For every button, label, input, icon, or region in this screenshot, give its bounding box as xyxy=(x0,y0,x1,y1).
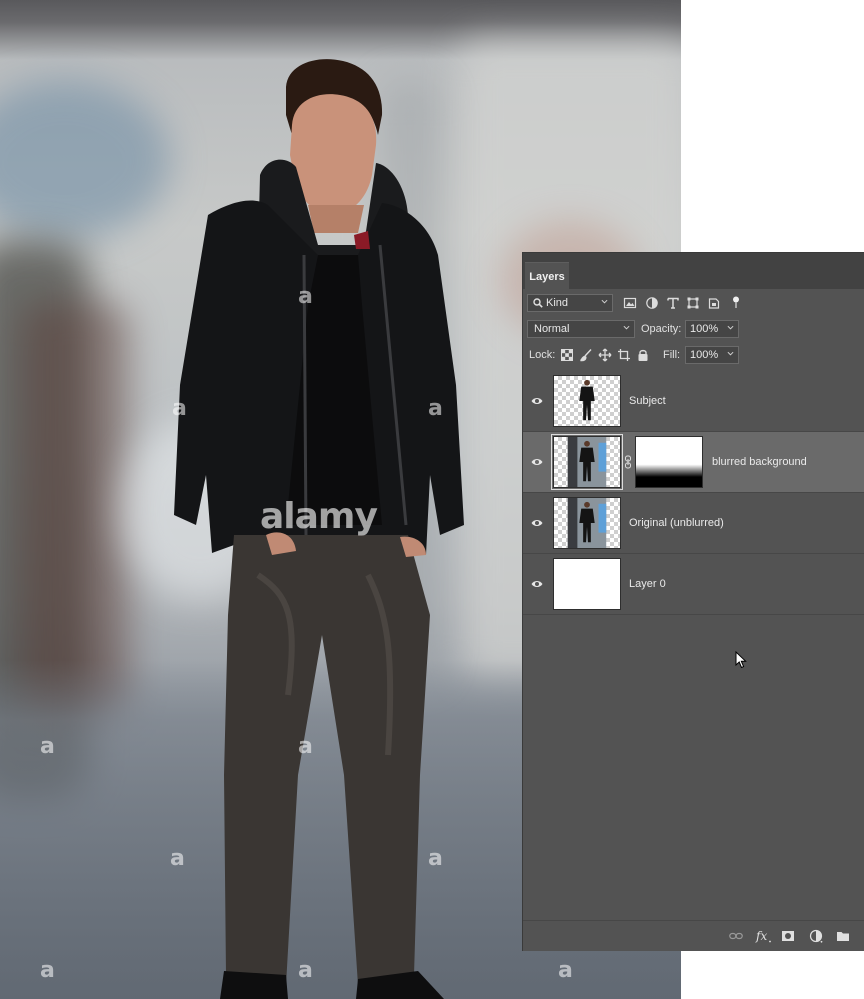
svg-text:fx: fx xyxy=(755,929,767,943)
layer-row[interactable]: Subject xyxy=(523,371,864,432)
watermark-glyph: a xyxy=(170,846,185,871)
chevron-down-icon xyxy=(623,325,630,330)
layer-row[interactable]: blurred background xyxy=(523,432,864,493)
layer-name: blurred background xyxy=(712,456,807,468)
eye-icon[interactable] xyxy=(531,456,543,468)
blurred-sign-shape xyxy=(0,80,170,240)
layer-row[interactable]: Original (unblurred) xyxy=(523,493,864,554)
new-group-icon[interactable] xyxy=(836,929,850,943)
tab-layers[interactable]: Layers xyxy=(525,262,569,290)
fill-input[interactable]: 100% xyxy=(685,346,739,364)
layer-thumbnail[interactable] xyxy=(553,558,621,610)
watermark-glyph: a xyxy=(172,396,187,421)
add-mask-icon[interactable] xyxy=(781,929,795,943)
layer-thumbnail[interactable] xyxy=(551,434,623,490)
watermark-glyph: a xyxy=(298,958,313,983)
chevron-down-icon xyxy=(601,299,608,304)
link-layers-icon[interactable] xyxy=(729,929,743,943)
layer-thumbnail[interactable] xyxy=(553,375,621,427)
fill-value: 100% xyxy=(690,349,719,361)
filter-row: Kind xyxy=(523,294,864,320)
filter-toggle-icon[interactable] xyxy=(729,295,743,309)
fill-label: Fill: xyxy=(663,349,681,361)
photo-thumbnail xyxy=(567,437,607,487)
watermark-glyph: a xyxy=(40,958,55,983)
opacity-label: Opacity: xyxy=(641,323,682,335)
shape-filter-icon[interactable] xyxy=(686,296,700,310)
layer-row[interactable]: Layer 0 xyxy=(523,554,864,615)
mouse-cursor-icon xyxy=(735,651,747,669)
watermark-glyph: a xyxy=(298,284,313,309)
chevron-down-icon[interactable] xyxy=(727,324,734,331)
blurred-door-shape xyxy=(20,300,130,720)
watermark-glyph: a xyxy=(40,734,55,759)
lock-image-icon[interactable] xyxy=(579,348,593,362)
watermark-brand: alamy xyxy=(260,496,378,537)
watermark-glyph: a xyxy=(428,396,443,421)
layer-name: Subject xyxy=(629,395,666,407)
image-filter-icon[interactable] xyxy=(623,296,637,310)
search-icon xyxy=(533,298,543,308)
fx-icon[interactable]: fx xyxy=(755,929,773,943)
lock-artboard-icon[interactable] xyxy=(617,348,631,362)
watermark-glyph: a xyxy=(558,958,573,983)
eye-icon[interactable] xyxy=(531,517,543,529)
subject-thumbnail-figure xyxy=(579,379,595,421)
lock-all-icon[interactable] xyxy=(636,348,650,362)
filter-kind-label: Kind xyxy=(546,297,569,309)
smart-object-filter-icon[interactable] xyxy=(707,296,721,310)
layer-thumbnail[interactable] xyxy=(553,497,621,549)
type-filter-icon[interactable] xyxy=(666,296,680,310)
chevron-down-icon[interactable] xyxy=(727,350,734,357)
lock-position-icon[interactable] xyxy=(598,348,612,362)
layer-name: Layer 0 xyxy=(629,578,666,590)
blend-row: Normal Opacity: 100% xyxy=(523,320,864,346)
blend-mode-value: Normal xyxy=(534,323,570,335)
layers-panel: Layers Kind Normal Opacity: 100% Lock: F… xyxy=(522,252,864,951)
photo-thumbnail xyxy=(567,498,607,548)
lock-row: Lock: Fill: 100% xyxy=(523,346,864,372)
watermark-glyph: a xyxy=(298,734,313,759)
chain-link-icon[interactable] xyxy=(624,455,632,469)
watermark-glyph: a xyxy=(428,846,443,871)
blend-mode-dropdown[interactable]: Normal xyxy=(527,320,635,338)
panel-tab-bar: Layers xyxy=(523,253,864,290)
adjustment-filter-icon[interactable] xyxy=(645,296,659,310)
lock-label: Lock: xyxy=(529,349,556,361)
new-adjustment-icon[interactable] xyxy=(809,929,823,943)
eye-icon[interactable] xyxy=(531,395,543,407)
layer-name: Original (unblurred) xyxy=(629,517,724,529)
layer-mask-thumbnail[interactable] xyxy=(635,436,703,488)
filter-kind-dropdown[interactable]: Kind xyxy=(527,294,613,312)
eye-icon[interactable] xyxy=(531,578,543,590)
panel-footer: fx xyxy=(523,920,864,951)
lock-transparent-icon[interactable] xyxy=(560,348,574,362)
opacity-input[interactable]: 100% xyxy=(685,320,739,338)
opacity-value: 100% xyxy=(690,323,719,335)
